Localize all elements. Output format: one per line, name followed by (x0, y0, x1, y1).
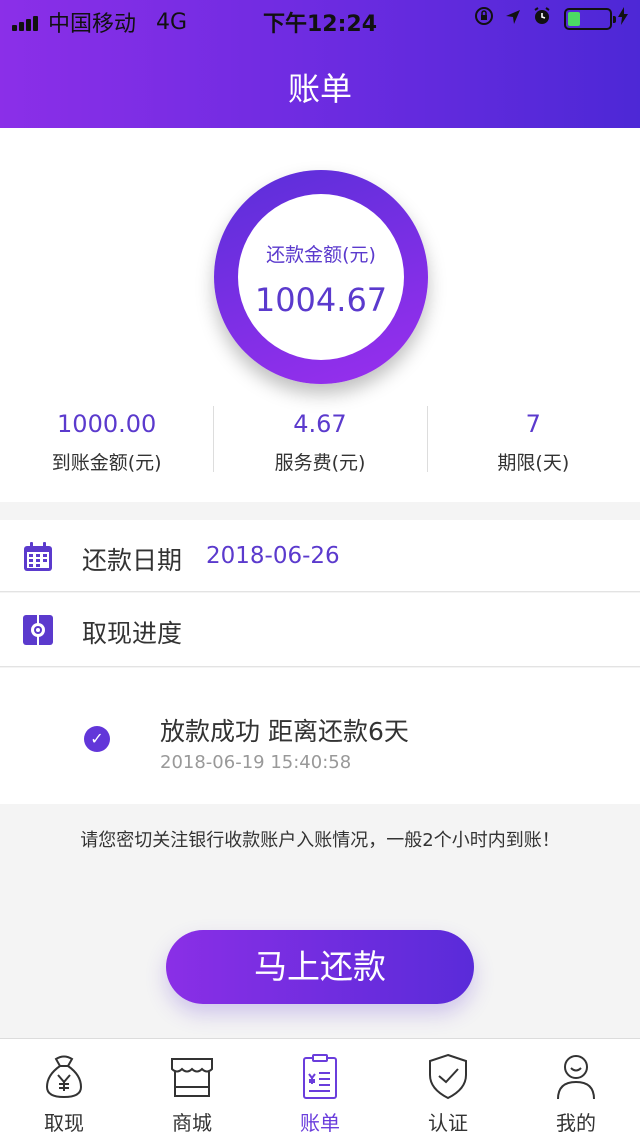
stats-row: 1000.00 到账金额(元) 4.67 服务费(元) 7 期限(天) (0, 406, 640, 474)
stat-value: 1000.00 (57, 410, 157, 438)
tab-label: 我的 (556, 1111, 596, 1135)
withdraw-progress-label: 取现进度 (82, 619, 183, 648)
stat-value: 4.67 (293, 410, 347, 438)
location-icon (504, 7, 522, 31)
progress-timeline: ✓ 放款成功 距离还款6天 2018-06-19 15:40:58 (0, 668, 640, 804)
repay-now-button[interactable]: 马上还款 (166, 930, 474, 1004)
battery-icon (564, 7, 616, 30)
tab-verify[interactable]: 认证 (384, 1039, 512, 1136)
store-icon (167, 1051, 217, 1101)
tab-label: 取现 (44, 1111, 84, 1135)
tab-label: 账单 (300, 1111, 340, 1135)
event-title: 放款成功 距离还款6天 (160, 717, 409, 746)
tab-mine[interactable]: 我的 (512, 1039, 640, 1136)
tab-bar: 取现 商城 账单 认证 我的 (0, 1038, 640, 1136)
bill-icon (295, 1051, 345, 1101)
event-time: 2018-06-19 15:40:58 (160, 752, 352, 773)
rotation-lock-icon (474, 6, 494, 31)
stat-label: 期限(天) (497, 452, 570, 474)
stat-term: 7 期限(天) (426, 406, 640, 474)
page-title: 账单 (287, 70, 352, 108)
repay-amount-value: 1004.67 (254, 281, 388, 319)
tab-store[interactable]: 商城 (128, 1039, 256, 1136)
stat-value: 7 (525, 410, 541, 438)
header: 中国移动 4G 下午12:24 账单 (0, 0, 640, 128)
repay-date-row: 还款日期 2018-06-26 (0, 520, 640, 592)
alarm-icon (532, 6, 552, 31)
stat-label: 服务费(元) (274, 452, 366, 474)
calendar-icon (22, 541, 54, 573)
status-bar: 中国移动 4G 下午12:24 (0, 0, 640, 40)
shield-check-icon (423, 1051, 473, 1101)
tab-label: 商城 (172, 1111, 212, 1135)
bill-summary: 还款金额(元) 1004.67 1000.00 到账金额(元) 4.67 服务费… (0, 128, 640, 502)
money-bag-icon (39, 1051, 89, 1101)
user-icon (551, 1051, 601, 1101)
tab-bill[interactable]: 账单 (256, 1039, 384, 1136)
repay-date-value: 2018-06-26 (206, 543, 340, 569)
repay-amount-ring: 还款金额(元) 1004.67 (214, 170, 428, 384)
stat-label: 到账金额(元) (51, 452, 162, 474)
repay-amount-label: 还款金额(元) (266, 244, 376, 266)
repay-date-label: 还款日期 (82, 546, 183, 575)
stat-service-fee: 4.67 服务费(元) (213, 406, 426, 474)
tab-withdraw[interactable]: 取现 (0, 1039, 128, 1136)
charging-icon (618, 7, 628, 30)
stat-received: 1000.00 到账金额(元) (0, 406, 213, 474)
check-circle-icon: ✓ (84, 726, 110, 752)
notice-text: 请您密切关注银行收款账户入账情况，一般2个小时内到账！ (80, 830, 560, 851)
tab-label: 认证 (428, 1111, 468, 1135)
progress-icon (22, 614, 54, 646)
withdraw-progress-row: 取现进度 (0, 593, 640, 667)
